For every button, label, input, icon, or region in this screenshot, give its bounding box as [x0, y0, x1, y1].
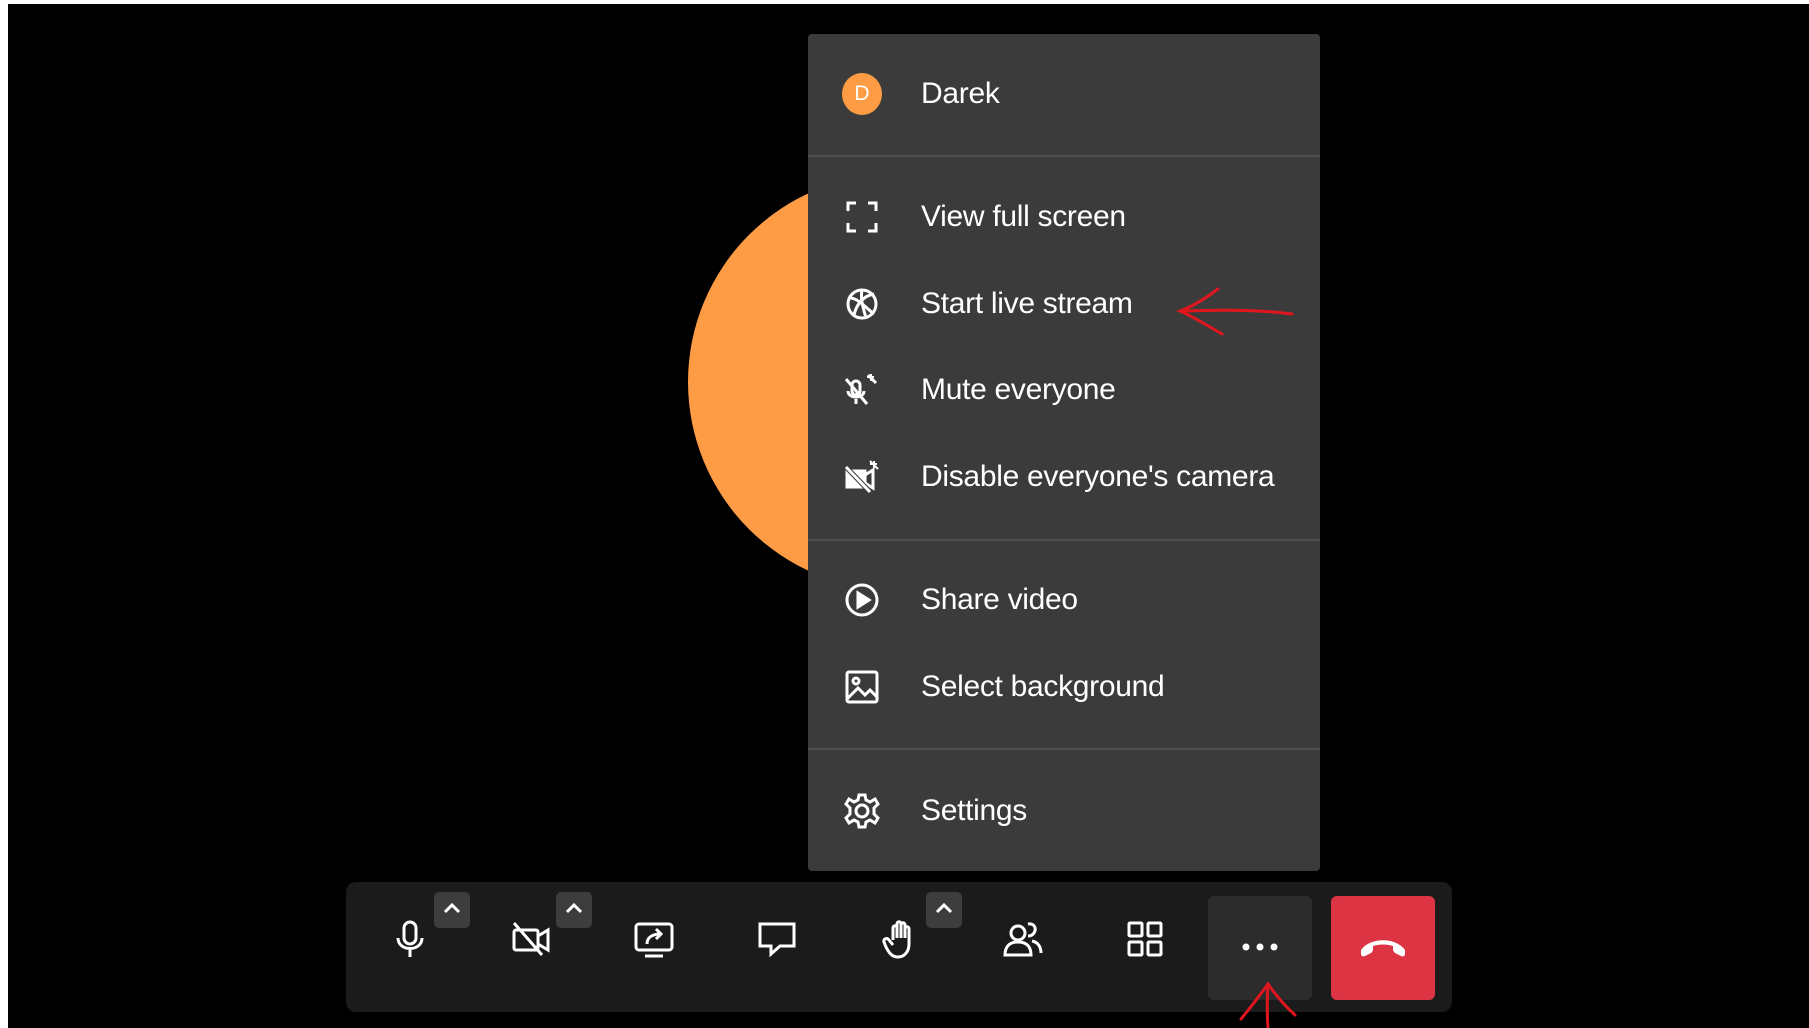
image-icon — [842, 667, 882, 707]
menu-item-share-video[interactable]: Share video — [808, 570, 1320, 630]
menu-item-settings[interactable]: Settings — [808, 781, 1320, 841]
menu-item-mute-everyone[interactable]: Mute everyone — [808, 360, 1320, 420]
participants-button[interactable] — [992, 910, 1054, 972]
more-options-icon — [1240, 939, 1280, 957]
meeting-stage: D Darek View full screen Start live stre… — [8, 4, 1809, 1028]
raise-hand-icon — [881, 918, 921, 965]
tile-view-button[interactable] — [1114, 910, 1176, 972]
share-screen-icon — [633, 919, 675, 964]
menu-divider — [808, 539, 1320, 541]
disable-camera-icon — [842, 457, 882, 497]
menu-item-select-background[interactable]: Select background — [808, 657, 1320, 717]
menu-item-start-live-stream[interactable]: Start live stream — [808, 274, 1320, 334]
share-screen-button[interactable] — [623, 910, 685, 972]
more-options-menu: D Darek View full screen Start live stre… — [808, 34, 1320, 871]
chevron-up-icon — [443, 901, 461, 919]
more-options-button[interactable] — [1208, 896, 1312, 1000]
raise-hand-options-caret[interactable] — [926, 892, 962, 928]
menu-item-view-full-screen[interactable]: View full screen — [808, 187, 1320, 247]
microphone-button[interactable] — [379, 910, 441, 972]
tile-view-icon — [1125, 919, 1165, 964]
mute-everyone-icon — [842, 370, 882, 410]
chat-icon — [756, 919, 798, 964]
play-circle-icon — [842, 580, 882, 620]
menu-divider — [808, 155, 1320, 157]
user-avatar: D — [842, 73, 882, 115]
fullscreen-icon — [842, 197, 882, 237]
menu-item-disable-everyones-camera[interactable]: Disable everyone's camera — [808, 447, 1320, 507]
camera-options-caret[interactable] — [556, 892, 592, 928]
hang-up-button[interactable] — [1331, 896, 1435, 1000]
participants-icon — [1001, 919, 1045, 964]
chat-button[interactable] — [746, 910, 808, 972]
live-stream-icon — [842, 284, 882, 324]
conference-toolbar — [346, 882, 1452, 1012]
gear-icon — [842, 791, 882, 831]
camera-button[interactable] — [500, 910, 562, 972]
menu-divider — [808, 748, 1320, 750]
microphone-icon — [392, 919, 428, 964]
hang-up-icon — [1358, 934, 1408, 963]
user-name: Darek — [921, 77, 1000, 110]
chevron-up-icon — [935, 901, 953, 919]
camera-off-icon — [510, 919, 552, 964]
chevron-up-icon — [565, 901, 583, 919]
menu-user-profile[interactable]: D Darek — [808, 64, 1320, 124]
microphone-options-caret[interactable] — [434, 892, 470, 928]
raise-hand-button[interactable] — [870, 910, 932, 972]
